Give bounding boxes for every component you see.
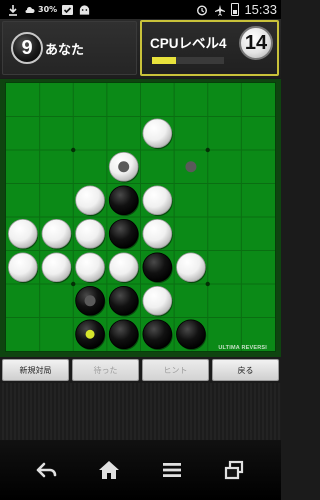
white-disc	[8, 218, 38, 249]
back-button[interactable]: 戻る	[212, 359, 279, 381]
cpu-disc-count: 14	[239, 26, 273, 60]
clock-time: 15:33	[244, 2, 277, 17]
player-label: あなた	[45, 43, 85, 58]
legal-move-hint[interactable]	[118, 161, 130, 173]
home-icon	[99, 461, 120, 479]
star-point	[71, 147, 76, 153]
star-point	[205, 281, 210, 287]
status-bar: 30% 15:33	[0, 0, 281, 19]
white-disc	[142, 118, 173, 149]
white-disc	[176, 252, 206, 283]
navigation-bar	[0, 440, 281, 500]
black-disc	[108, 218, 139, 249]
star-point	[205, 147, 210, 153]
black-disc	[142, 319, 173, 350]
legal-move-hint[interactable]	[185, 161, 197, 173]
action-bar: 新規対局 待った ヒント 戻る	[0, 357, 281, 383]
undo-button[interactable]: 待った	[72, 359, 139, 381]
player-disc-count: 9	[11, 32, 43, 64]
black-disc	[142, 252, 173, 283]
android-icon	[78, 3, 91, 16]
white-disc	[8, 252, 38, 283]
white-disc	[142, 218, 173, 249]
cpu-label: CPUレベル4	[150, 36, 227, 51]
nav-home-button[interactable]	[91, 452, 127, 488]
reversi-board[interactable]: ULTIMA REVERSI	[5, 82, 276, 352]
white-disc	[142, 285, 173, 316]
alarm-icon	[195, 3, 208, 16]
white-disc	[41, 252, 72, 283]
battery-charging-icon	[231, 3, 240, 16]
board-frame: ULTIMA REVERSI	[0, 79, 281, 357]
download-icon	[6, 3, 19, 16]
battery-percent-text: 30%	[38, 5, 58, 14]
empty-area	[0, 383, 281, 440]
white-disc	[75, 218, 105, 249]
black-disc	[108, 185, 139, 216]
new-game-button[interactable]: 新規対局	[2, 359, 69, 381]
white-disc	[75, 185, 105, 216]
nav-recents-button[interactable]	[216, 452, 252, 488]
nav-back-button[interactable]	[29, 452, 65, 488]
white-disc	[142, 185, 173, 216]
black-disc	[108, 319, 139, 350]
nav-menu-button[interactable]	[154, 452, 190, 488]
black-disc	[108, 285, 139, 316]
black-disc	[176, 319, 206, 350]
white-disc	[108, 252, 139, 283]
white-disc	[75, 252, 105, 283]
cpu-thinking-progress	[152, 57, 224, 64]
hint-button[interactable]: ヒント	[142, 359, 209, 381]
back-icon	[36, 462, 57, 478]
player-panel: 9 あなた	[2, 21, 137, 75]
legal-move-hint[interactable]	[84, 295, 96, 307]
menu-icon	[162, 463, 181, 477]
score-bar: 9 あなた CPUレベル4 14	[0, 19, 281, 78]
board-grid[interactable]	[6, 83, 275, 351]
cpu-panel: CPUレベル4 14	[140, 20, 279, 76]
cpu-thinking-fill	[152, 57, 176, 64]
airplane-mode-icon	[213, 3, 226, 16]
last-move-marker	[85, 329, 95, 339]
white-disc	[41, 218, 72, 249]
cloud-icon	[23, 3, 36, 16]
task-check-icon	[61, 3, 74, 16]
recents-icon	[224, 460, 243, 480]
star-point	[71, 281, 76, 287]
brand-label: ULTIMA REVERSI	[218, 345, 267, 351]
